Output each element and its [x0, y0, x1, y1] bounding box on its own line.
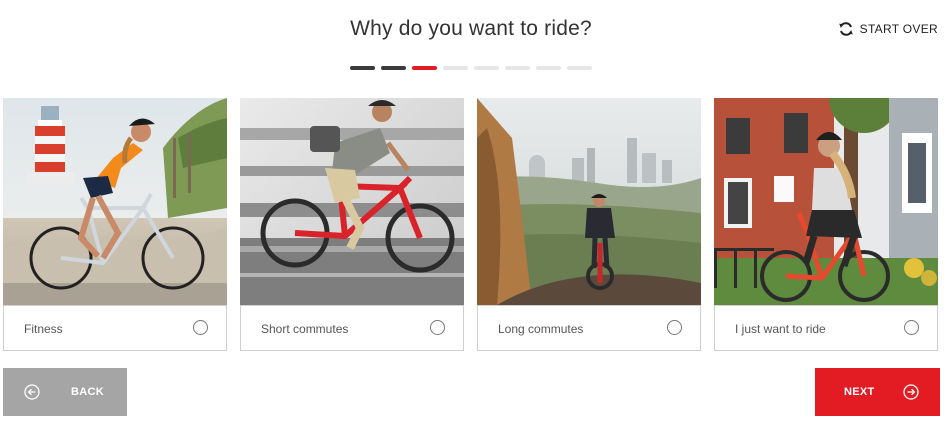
option-card-just-ride[interactable]: I just want to ride — [714, 98, 938, 351]
progress-indicator — [350, 66, 592, 70]
option-label-box[interactable]: I just want to ride — [714, 305, 938, 351]
option-label: I just want to ride — [735, 322, 826, 336]
option-radio[interactable] — [193, 320, 208, 335]
progress-step-1 — [350, 66, 375, 70]
next-button-label: NEXT — [844, 386, 875, 398]
start-over-label: START OVER — [859, 22, 938, 36]
option-card-long-commutes[interactable]: Long commutes — [477, 98, 701, 351]
refresh-icon — [838, 22, 853, 36]
arrow-right-circle-icon — [903, 384, 919, 400]
option-label: Short commutes — [261, 322, 349, 336]
option-label-box[interactable]: Fitness — [3, 305, 227, 351]
start-over-button[interactable]: START OVER — [838, 21, 938, 37]
long-commutes-photo — [477, 98, 701, 305]
back-button[interactable]: BACK — [3, 368, 127, 416]
progress-step-8 — [567, 66, 592, 70]
option-radio[interactable] — [667, 320, 682, 335]
option-card-short-commutes[interactable]: Short commutes — [240, 98, 464, 351]
short-commutes-photo — [240, 98, 464, 305]
next-button[interactable]: NEXT — [815, 368, 940, 416]
progress-step-4 — [443, 66, 468, 70]
option-radio[interactable] — [904, 320, 919, 335]
option-label-box[interactable]: Short commutes — [240, 305, 464, 351]
option-label: Long commutes — [498, 322, 584, 336]
progress-step-2 — [381, 66, 406, 70]
progress-step-5 — [474, 66, 499, 70]
progress-step-6 — [505, 66, 530, 70]
fitness-photo — [3, 98, 227, 305]
progress-step-3 — [412, 66, 437, 70]
page-title: Why do you want to ride? — [350, 17, 592, 40]
option-label-box[interactable]: Long commutes — [477, 305, 701, 351]
progress-step-7 — [536, 66, 561, 70]
back-button-label: BACK — [71, 386, 104, 398]
arrow-left-circle-icon — [24, 384, 40, 400]
just-ride-photo — [714, 98, 938, 305]
option-card-fitness[interactable]: Fitness — [3, 98, 227, 351]
option-radio[interactable] — [430, 320, 445, 335]
option-label: Fitness — [24, 322, 63, 336]
